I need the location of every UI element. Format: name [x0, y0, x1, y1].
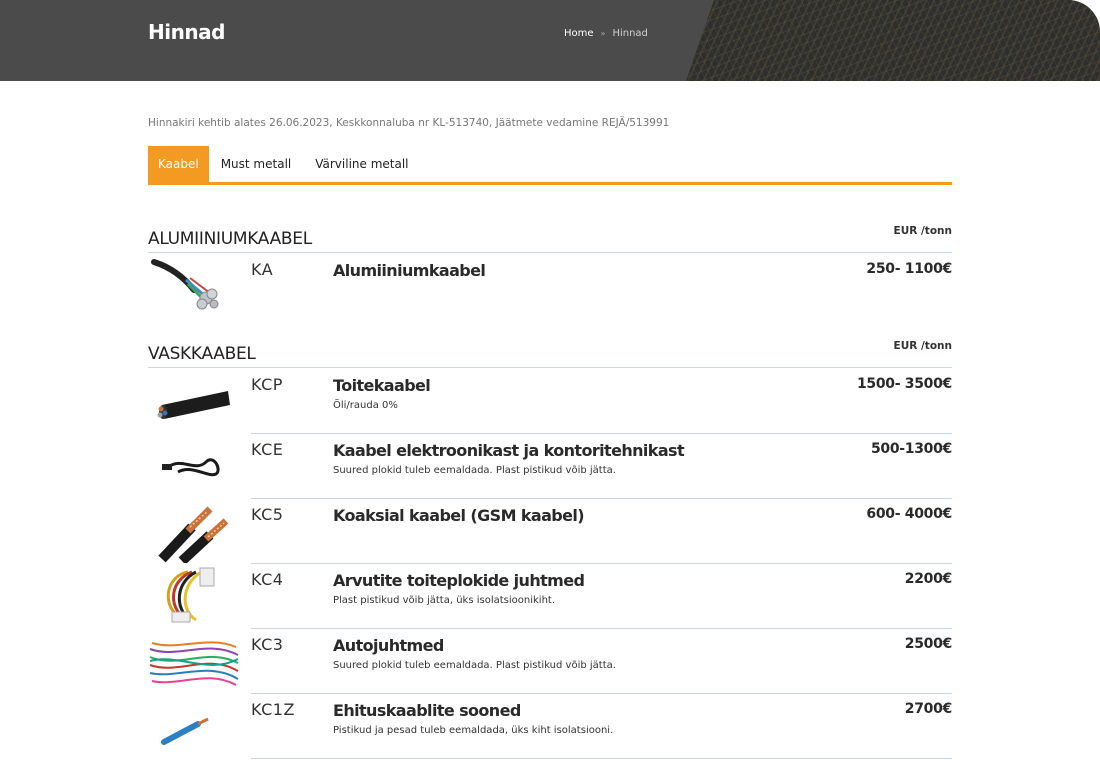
section-unit: EUR /tonn [893, 225, 952, 237]
header-wires-image [686, 0, 1100, 81]
page-header: Hinnad Home » Hinnad [0, 0, 1100, 81]
item-price: 2200€ [904, 571, 953, 587]
electronics-cable-icon [162, 458, 220, 477]
power-cable-icon [157, 391, 230, 419]
item-price: 600- 4000€ [866, 506, 952, 522]
aluminium-cable-icon [151, 259, 219, 310]
building-wire-icon [161, 717, 209, 745]
price-row: KCE Kaabel elektroonikast ja kontoritehn… [148, 434, 952, 499]
row-divider [251, 758, 952, 759]
item-name: Autojuhtmed [333, 636, 444, 655]
breadcrumb-current: Hinnad [612, 28, 648, 39]
item-code: KC3 [251, 635, 284, 654]
item-price: 1500- 3500€ [856, 376, 952, 392]
item-price: 2500€ [904, 636, 953, 652]
tab-varviline-metall[interactable]: Värviline metall [303, 146, 420, 182]
item-code: KC1Z [251, 700, 295, 719]
psu-wires-icon [166, 567, 215, 623]
price-row: KC5 Koaksial kaabel (GSM kaabel) 600- 40… [148, 499, 952, 564]
item-code: KA [251, 260, 274, 279]
item-code: KCE [251, 440, 284, 459]
item-note: Suured plokid tuleb eemaldada. Plast pis… [333, 465, 616, 476]
item-price: 250- 1100€ [866, 261, 952, 277]
price-list-notice: Hinnakiri kehtib alates 26.06.2023, Kesk… [148, 117, 670, 129]
breadcrumb-home-link[interactable]: Home [564, 28, 594, 39]
breadcrumb-separator: » [600, 29, 606, 38]
section-header-copper: VASKKAABEL EUR /tonn [148, 340, 952, 368]
coaxial-cable-icon [158, 506, 229, 563]
item-name: Koaksial kaabel (GSM kaabel) [333, 506, 585, 525]
item-price: 2700€ [904, 701, 953, 717]
category-tabs: Kaabel Must metall Värviline metall [148, 146, 952, 185]
section-unit: EUR /tonn [893, 340, 952, 352]
section-header-aluminium: ALUMIINIUMKAABEL EUR /tonn [148, 225, 952, 253]
tab-kaabel[interactable]: Kaabel [148, 146, 209, 182]
section-title: ALUMIINIUMKAABEL [148, 229, 312, 249]
item-code: KC4 [251, 570, 284, 589]
item-note: Pistikud ja pesad tuleb eemaldada, üks k… [333, 725, 614, 736]
item-code: KC5 [251, 505, 284, 524]
item-code: KCP [251, 375, 283, 394]
price-row: KCP Toitekaabel Õli/rauda 0% 1500- 3500€ [148, 369, 952, 434]
price-row: KC4 Arvutite toiteplokide juhtmed Plast … [148, 564, 952, 629]
price-row: KC1Z Ehituskaablite sooned Pistikud ja p… [148, 694, 952, 759]
car-wires-icon [149, 641, 239, 686]
item-price: 500-1300€ [870, 441, 952, 457]
item-name: Kaabel elektroonikast ja kontoritehnikas… [333, 441, 685, 460]
price-row: KC3 Autojuhtmed Suured plokid tuleb eema… [148, 629, 952, 694]
item-name: Toitekaabel [333, 376, 431, 395]
item-name: Alumiiniumkaabel [333, 261, 486, 280]
item-note: Suured plokid tuleb eemaldada. Plast pis… [333, 660, 616, 671]
tab-must-metall[interactable]: Must metall [209, 146, 304, 182]
page-title: Hinnad [148, 20, 225, 44]
breadcrumb: Home » Hinnad [564, 28, 648, 39]
item-note: Õli/rauda 0% [333, 400, 398, 411]
item-name: Ehituskaablite sooned [333, 701, 521, 720]
price-row: KA Alumiiniumkaabel 250- 1100€ [148, 254, 952, 320]
section-title: VASKKAABEL [148, 344, 256, 364]
item-note: Plast pistikud võib jätta, üks isolatsio… [333, 595, 556, 606]
item-name: Arvutite toiteplokide juhtmed [333, 571, 585, 590]
